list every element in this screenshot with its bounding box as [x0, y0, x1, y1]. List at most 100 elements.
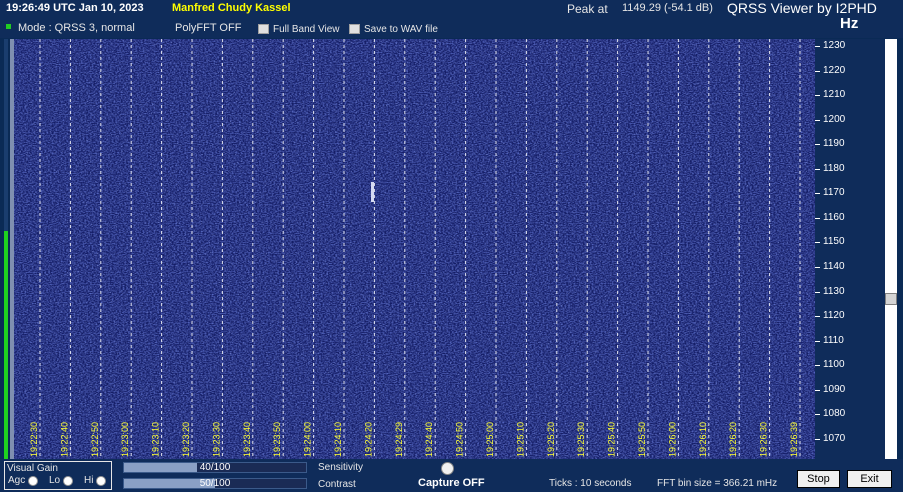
time-label: 19:23:10 — [151, 422, 161, 457]
time-label: 19:25:10 — [515, 422, 525, 457]
frequency-tick — [815, 340, 820, 342]
frequency-tick — [815, 291, 820, 293]
frequency-label: 1200 — [823, 113, 846, 125]
frequency-label: 1070 — [823, 432, 846, 444]
agc-label: Agc — [8, 475, 26, 486]
signal-level-meter — [4, 39, 8, 459]
status-led-icon — [6, 24, 11, 29]
frequency-tick — [815, 119, 820, 121]
sensitivity-value: 40/100 — [199, 462, 231, 473]
time-label: 19:23:50 — [272, 422, 282, 457]
peak-readout: 1149.29 (-54.1 dB) — [622, 2, 713, 14]
time-label: 19:25:20 — [546, 422, 556, 457]
frequency-scale — [815, 39, 885, 459]
time-label: 19:25:50 — [637, 422, 647, 457]
time-label: 19:22:30 — [29, 422, 39, 457]
frequency-tick — [815, 70, 820, 72]
frequency-label: 1100 — [823, 359, 845, 371]
waterfall-speckle — [14, 39, 815, 459]
radio-icon[interactable] — [28, 475, 39, 486]
frequency-label: 1150 — [823, 236, 845, 248]
peak-label: Peak at — [567, 2, 608, 16]
time-label: 19:26:39 — [789, 422, 799, 457]
capture-status: Capture OFF — [418, 477, 485, 489]
time-label: 19:24:50 — [455, 422, 465, 457]
time-label: 19:23:00 — [120, 422, 130, 457]
stop-button[interactable]: Stop — [797, 470, 840, 488]
ticks-interval: Ticks : 10 seconds — [549, 478, 632, 489]
frequency-label: 1190 — [823, 138, 845, 150]
hi-label: Hi — [84, 475, 94, 486]
radio-icon[interactable] — [63, 475, 74, 486]
frequency-tick — [815, 414, 820, 416]
time-label: 19:23:30 — [211, 422, 221, 457]
frequency-tick — [815, 316, 820, 318]
contrast-label: Contrast — [318, 479, 356, 490]
frequency-label: 1090 — [823, 383, 846, 395]
frequency-unit-label: Hz — [840, 15, 859, 32]
time-label: 19:26:20 — [728, 422, 738, 457]
sensitivity-slider[interactable]: 40/100 — [123, 462, 307, 473]
frequency-label: 1220 — [823, 64, 846, 76]
frequency-label: 1120 — [823, 310, 845, 322]
hi-radio[interactable]: Hi — [84, 475, 107, 486]
time-label: 19:26:10 — [698, 422, 708, 457]
time-label: 19:24:20 — [363, 422, 373, 457]
frequency-label: 1080 — [823, 408, 846, 420]
time-label: 19:24:40 — [424, 422, 434, 457]
time-label: 19:26:00 — [667, 422, 677, 457]
waterfall-display[interactable]: 19:22:30 19:22:40 19:22:50 19:23:00 19:23:10… — [14, 39, 815, 459]
time-label: 19:26:30 — [759, 422, 769, 457]
time-label: 19:25:40 — [607, 422, 617, 457]
exit-button[interactable]: Exit — [847, 470, 892, 488]
lo-label: Lo — [49, 475, 61, 486]
checkbox-icon[interactable] — [349, 24, 360, 34]
time-label: 19:23:40 — [242, 422, 252, 457]
visual-gain-title: Visual Gain — [7, 463, 58, 474]
frequency-tick — [815, 217, 820, 219]
time-label: 19:22:50 — [90, 422, 100, 457]
waterfall-canvas: 19:22:30 19:22:40 19:22:50 19:23:00 19:23:10… — [14, 39, 815, 459]
time-label: 19:25:30 — [576, 422, 586, 457]
frequency-tick — [815, 168, 820, 170]
save-to-wav-checkbox[interactable]: Save to WAV file — [349, 23, 438, 35]
frequency-tick — [815, 266, 820, 268]
agc-radio[interactable]: Agc — [8, 475, 39, 486]
mode-indicator: Mode : QRSS 3, normal — [18, 22, 135, 34]
frequency-label: 1140 — [823, 260, 845, 272]
frequency-label: 1230 — [823, 40, 846, 51]
frequency-label: 1110 — [823, 334, 844, 346]
operator-name: Manfred Chudy Kassel — [172, 2, 291, 14]
signal-level-fill — [4, 231, 8, 459]
frequency-label: 1170 — [823, 187, 845, 199]
time-label: 19:23:20 — [181, 422, 191, 457]
time-label: 19:24:00 — [303, 422, 313, 457]
polyfft-status[interactable]: PolyFFT OFF — [175, 22, 241, 34]
frequency-tick — [815, 242, 820, 244]
signal-trace — [371, 182, 374, 202]
save-to-wav-label: Save to WAV file — [364, 23, 438, 35]
frequency-tick — [815, 193, 820, 195]
frequency-label: 1180 — [823, 162, 845, 174]
frequency-label: 1210 — [823, 89, 846, 101]
frequency-tick — [815, 144, 820, 146]
radio-icon[interactable] — [96, 475, 107, 486]
frequency-label: 1130 — [823, 285, 845, 297]
frequency-tick — [815, 389, 820, 391]
frequency-scroll-thumb[interactable] — [885, 293, 897, 305]
scroll-track[interactable] — [885, 39, 897, 459]
sensitivity-label: Sensitivity — [318, 462, 364, 473]
frequency-tick — [815, 438, 820, 440]
contrast-slider[interactable]: 50/100 — [123, 478, 307, 489]
lo-radio[interactable]: Lo — [49, 475, 74, 486]
full-band-view-label: Full Band View — [273, 23, 340, 35]
time-label: 19:25:00 — [485, 422, 495, 457]
app-title: QRSS Viewer by I2PHD — [727, 0, 877, 16]
fft-bin-size: FFT bin size = 366.21 mHz — [657, 478, 778, 489]
frequency-tick — [815, 46, 820, 47]
capture-toggle-icon[interactable] — [441, 462, 454, 475]
contrast-value: 50/100 — [199, 478, 231, 489]
checkbox-icon[interactable] — [258, 24, 269, 34]
time-label: 19:22:40 — [59, 422, 69, 457]
full-band-view-checkbox[interactable]: Full Band View — [258, 23, 340, 35]
